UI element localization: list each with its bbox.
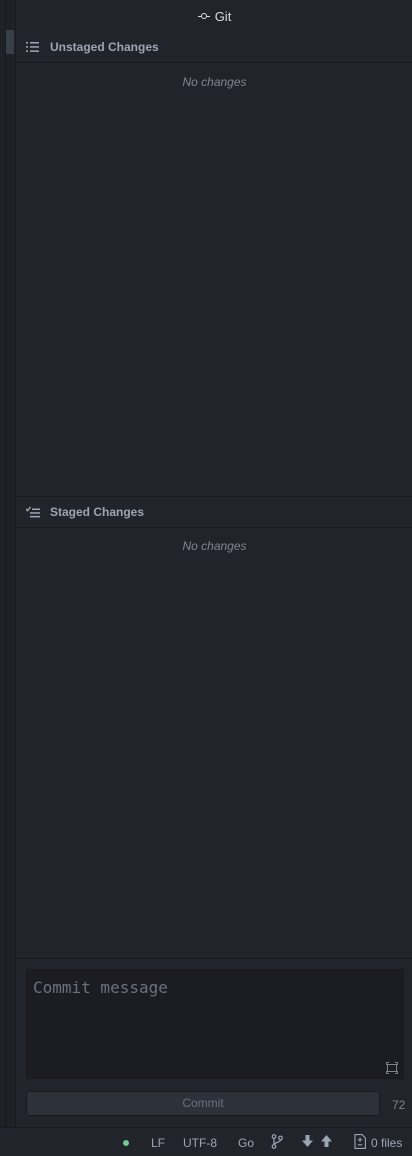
encoding-selector[interactable]: UTF-8 — [183, 1136, 217, 1150]
expand-icon[interactable] — [386, 1062, 398, 1074]
git-panel-window: Git Unstaged Changes No changes Staged C… — [0, 0, 412, 1156]
checklist-icon — [26, 506, 40, 518]
git-commit-icon — [197, 12, 210, 20]
commit-button[interactable]: Commit — [26, 1091, 380, 1116]
staged-changes-header[interactable]: Staged Changes — [16, 496, 412, 528]
tab-git[interactable]: Git — [16, 0, 412, 32]
status-indicator-dot — [123, 1140, 129, 1146]
list-unordered-icon — [26, 42, 39, 52]
dock-divider — [5, 0, 6, 1127]
scrollbar-thumb[interactable] — [6, 30, 14, 54]
grammar-selector[interactable]: Go — [238, 1136, 254, 1150]
unstaged-empty-message: No changes — [182, 75, 247, 89]
git-branch-icon[interactable] — [271, 1134, 283, 1149]
staged-changes-title: Staged Changes — [50, 505, 145, 519]
arrow-down-icon[interactable] — [302, 1135, 313, 1147]
commit-char-count: 72 — [392, 1098, 406, 1112]
unstaged-changes-title: Unstaged Changes — [50, 40, 159, 54]
arrow-up-icon[interactable] — [321, 1135, 332, 1147]
file-diff-icon — [354, 1134, 366, 1149]
line-ending-selector[interactable]: LF — [151, 1136, 165, 1150]
unstaged-changes-header[interactable]: Unstaged Changes — [16, 32, 412, 63]
tab-git-label: Git — [214, 8, 232, 24]
staged-empty-message: No changes — [182, 539, 247, 553]
changed-files-count[interactable]: 0 files — [371, 1136, 402, 1150]
commit-area-divider — [16, 958, 412, 959]
status-bar: LF UTF-8 Go 0 files — [0, 1127, 412, 1156]
git-panel: Git Unstaged Changes No changes Staged C… — [15, 0, 412, 1127]
left-dock-edge — [0, 0, 14, 1127]
commit-message-input[interactable] — [26, 969, 404, 1079]
